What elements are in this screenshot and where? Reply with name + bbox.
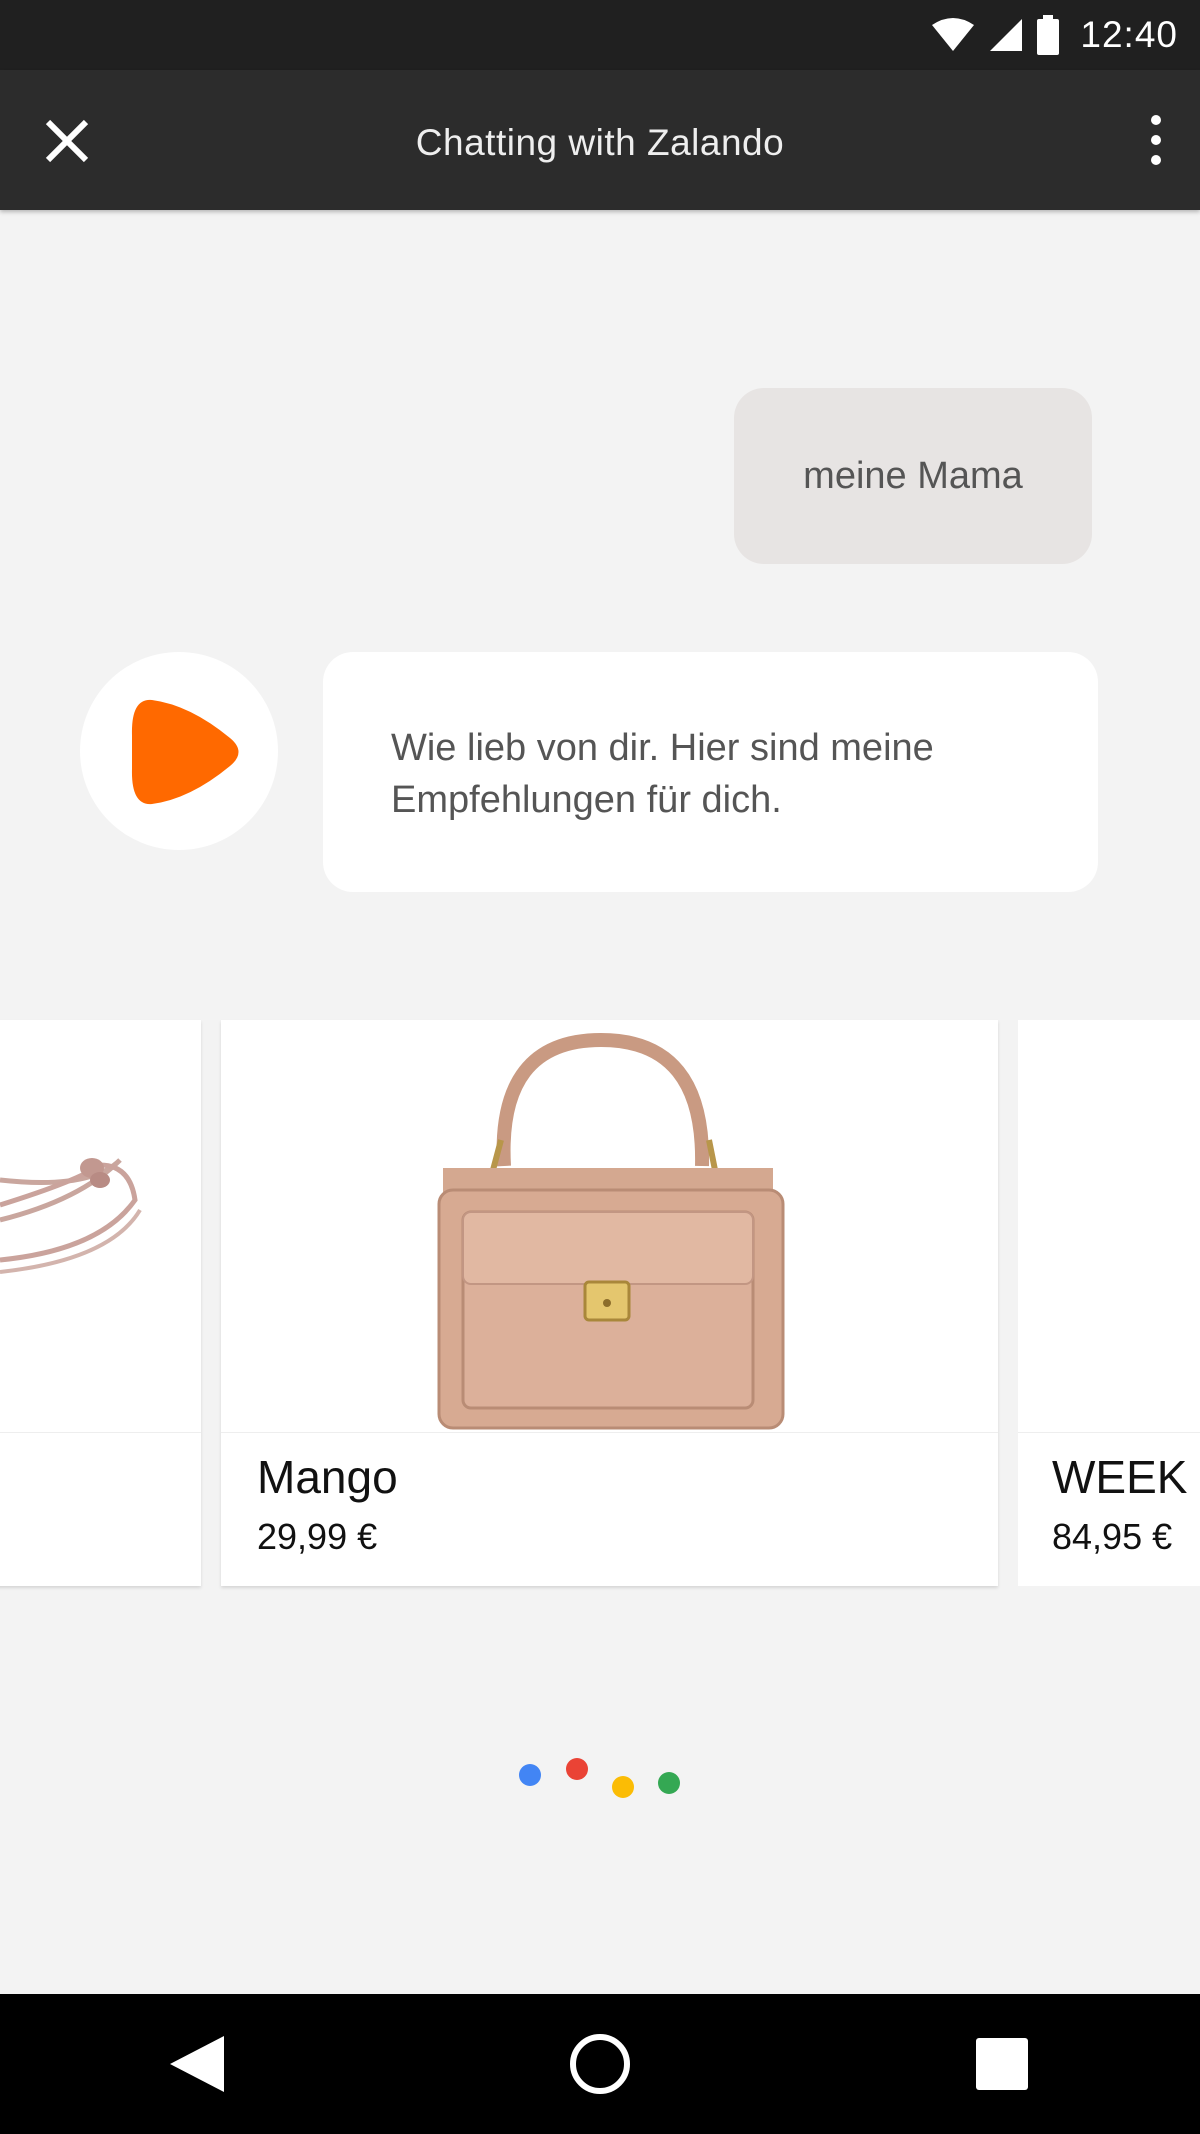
product-card[interactable]: Mango 29,99 € bbox=[221, 1020, 998, 1586]
home-icon[interactable] bbox=[564, 2028, 636, 2100]
typing-dot-yellow bbox=[612, 1776, 634, 1798]
bot-avatar bbox=[80, 652, 278, 850]
bot-message-text: Wie lieb von dir. Hier sind meine Empfeh… bbox=[391, 727, 934, 821]
product-price: 84,95 € bbox=[1052, 1516, 1173, 1557]
user-message-text: meine Mama bbox=[803, 454, 1023, 497]
wifi-icon bbox=[932, 18, 975, 51]
product-image bbox=[1018, 1020, 1200, 1433]
typing-dot-red bbox=[566, 1758, 588, 1780]
more-vert-icon[interactable] bbox=[1144, 110, 1168, 170]
product-price: 29,99 € bbox=[257, 1516, 378, 1557]
clock: 12:40 bbox=[1080, 14, 1178, 55]
bot-message-bubble: Wie lieb von dir. Hier sind meine Empfeh… bbox=[323, 652, 1098, 892]
status-bar: 12:40 bbox=[0, 0, 1200, 70]
cellular-signal-icon bbox=[990, 19, 1023, 51]
product-card[interactable] bbox=[0, 1020, 201, 1586]
back-icon[interactable] bbox=[160, 2028, 232, 2100]
battery-icon bbox=[1037, 15, 1060, 55]
product-brand: WEEK bbox=[1052, 1451, 1188, 1503]
typing-dot-green bbox=[658, 1772, 680, 1794]
system-nav-bar bbox=[0, 1994, 1200, 2134]
product-brand: Mango bbox=[257, 1451, 398, 1503]
user-message-bubble: meine Mama bbox=[734, 388, 1092, 564]
product-image-handbag bbox=[221, 1020, 998, 1433]
zalando-logo-icon bbox=[131, 699, 239, 805]
typing-dot-blue bbox=[519, 1764, 541, 1786]
product-card[interactable]: WEEK 84,95 € bbox=[1018, 1020, 1200, 1586]
app-bar: Chatting with Zalando bbox=[0, 70, 1200, 210]
recents-icon[interactable] bbox=[966, 2028, 1038, 2100]
product-image-bracelet bbox=[0, 1020, 201, 1433]
page-title: Chatting with Zalando bbox=[415, 122, 785, 163]
